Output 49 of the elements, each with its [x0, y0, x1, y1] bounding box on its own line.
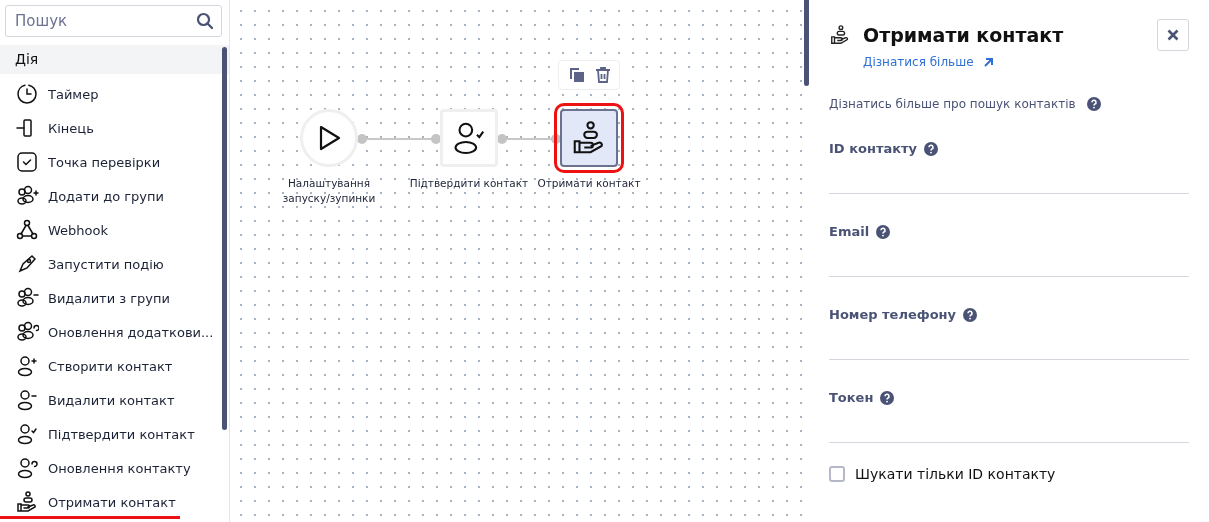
trash-icon[interactable]	[594, 66, 611, 84]
learn-more-link[interactable]: Дізнатися більше	[863, 55, 994, 69]
help-icon[interactable]	[1086, 97, 1101, 111]
field-label: Номер телефону	[829, 307, 957, 322]
sidebar-item[interactable]: Створити контакт	[0, 349, 177, 383]
panel-title: Отримати контакт	[863, 23, 1065, 46]
copy-icon[interactable]	[567, 66, 586, 84]
sidebar-item[interactable]: Додати до групи	[0, 179, 169, 213]
help-icon[interactable]	[924, 141, 939, 156]
item-icon	[15, 422, 39, 446]
checkbox[interactable]	[829, 466, 845, 482]
help-icon[interactable]	[963, 307, 978, 322]
sidebar-item[interactable]: Оновлення додаткови...	[0, 315, 218, 349]
search-icon	[196, 12, 214, 30]
sidebar-item[interactable]: Точка перевірки	[0, 145, 165, 179]
sidebar-item[interactable]: Видалити контакт	[0, 383, 179, 417]
close-button[interactable]	[1157, 18, 1189, 51]
item-icon	[15, 150, 39, 174]
close-icon	[1167, 28, 1179, 41]
item-icon	[15, 456, 39, 480]
item-icon	[15, 82, 39, 106]
help-icon[interactable]	[876, 224, 891, 239]
item-icon	[15, 320, 39, 344]
sidebar-item[interactable]: Webhook	[0, 213, 113, 247]
sidebar-item[interactable]: Отримати контакт	[0, 485, 180, 519]
field-label: Email	[829, 224, 870, 239]
hand-person-icon	[829, 23, 851, 46]
description-text: Дізнатись більше про пошук контактів	[829, 97, 1076, 111]
sidebar-item[interactable]: Видалити з групи	[0, 281, 174, 315]
item-icon	[15, 218, 39, 242]
item-icon	[15, 286, 39, 310]
sidebar-item[interactable]: Таймер	[0, 77, 103, 111]
sidebar-item[interactable]: Кінець	[0, 111, 98, 145]
help-icon[interactable]	[880, 390, 895, 405]
item-icon	[15, 388, 39, 412]
search-field[interactable]: Пошук	[5, 5, 222, 37]
field-label: Токен	[829, 390, 874, 405]
checkbox-label: Шукати тільки ID контакту	[855, 466, 1056, 482]
node-label: Налаштування запуску/зупинки	[281, 176, 377, 206]
external-arrow-icon	[982, 56, 994, 68]
sidebar-item[interactable]: Оновлення контакту	[0, 451, 195, 485]
sidebar-item[interactable]: Підтвердити контакт	[0, 417, 199, 451]
item-icon	[15, 490, 39, 514]
node-label: Підтвердити контакт	[408, 176, 530, 191]
section-header: Дія	[0, 45, 229, 74]
item-icon	[15, 184, 39, 208]
field-label: ID контакту	[829, 141, 918, 156]
sidebar-item[interactable]: Запустити подію	[0, 247, 168, 281]
item-icon	[15, 354, 39, 378]
